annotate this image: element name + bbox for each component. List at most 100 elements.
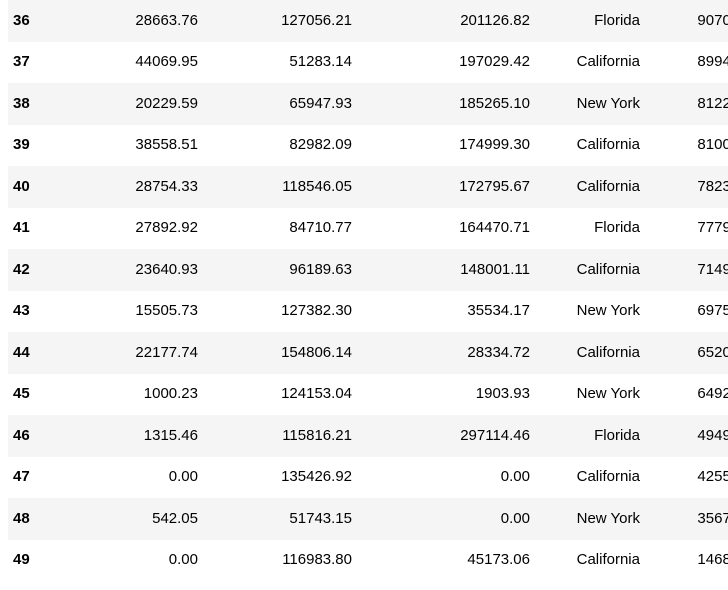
table-cell-col5: 89949.14 [697, 53, 728, 70]
table-row: 39 38558.51 82982.09 174999.30 California 810… [8, 124, 728, 166]
table-cell-state: California [576, 551, 640, 568]
table-cell-col2: 124153.04 [281, 385, 352, 402]
table-cell-col2: 154806.14 [281, 343, 352, 361]
table-cell-col5: 81229.06 [697, 94, 728, 112]
table-cell-col1: 38558.51 [135, 136, 198, 153]
table-body: 36 28663.76 127056.21 201126.82 Florida 90708… [8, 0, 728, 581]
table-row: 46 1315.46 115816.21 297114.46 Florida 49490.… [8, 415, 728, 457]
table-cell-col5: 90708.19 [697, 11, 728, 29]
table-cell-col1: 542.05 [152, 509, 198, 527]
table-cell-col5: 35673.41 [697, 509, 728, 527]
table-row: 40 28754.33 118546.05 172795.67 California 78… [8, 166, 728, 208]
row-index-cell: 40 [13, 177, 30, 195]
row-index-cell: 44 [13, 343, 30, 361]
table-cell-state: California [576, 260, 640, 278]
table-cell-col1: 1315.46 [143, 426, 198, 444]
table-cell-col3: 197029.42 [459, 53, 530, 70]
table-cell-col3: 28334.72 [467, 343, 530, 361]
table-cell-col1: 44069.95 [135, 53, 198, 70]
row-index-cell: 36 [13, 11, 30, 29]
table-cell-state: California [576, 136, 640, 153]
table-cell-col3: 148001.11 [460, 260, 530, 278]
table-cell-col1: 15505.73 [135, 302, 198, 319]
row-index-cell: 42 [13, 260, 30, 278]
table-cell-state: New York [576, 509, 640, 527]
table-cell-col2: 115816.21 [282, 426, 352, 444]
table-cell-state: California [576, 177, 640, 195]
table-cell-col2: 65947.93 [289, 94, 352, 112]
table-cell-col2: 96189.63 [289, 260, 352, 278]
table-cell-col1: 20229.59 [135, 94, 198, 112]
table-cell-state: Florida [594, 11, 640, 29]
table-cell-col1: 23640.93 [135, 260, 198, 278]
table-cell-state: California [576, 343, 640, 361]
table-cell-col5: 81005.76 [697, 136, 728, 153]
table-cell-state: New York [576, 94, 640, 112]
table-cell-col2: 118546.05 [282, 177, 352, 195]
table-cell-col5: 42559.73 [697, 468, 728, 485]
table-cell-col2: 127382.30 [281, 302, 352, 319]
table-cell-state: New York [576, 302, 640, 319]
table-cell-col3: 45173.06 [467, 551, 530, 568]
table-cell-col3: 174999.30 [459, 136, 530, 153]
table-cell-col3: 164470.71 [459, 219, 530, 236]
table-row: 47 0.00 135426.92 0.00 California 42559.73 [8, 456, 728, 498]
row-index-cell: 43 [13, 302, 30, 319]
table-row: 49 0.00 116983.80 45173.06 California 14681.4… [8, 539, 728, 581]
table-cell-col2: 82982.09 [289, 136, 352, 153]
table-row: 38 20229.59 65947.93 185265.10 New York 81229… [8, 83, 728, 125]
table-cell-col2: 135426.92 [281, 468, 352, 485]
row-index-cell: 48 [13, 509, 30, 527]
table-cell-col5: 65200.33 [697, 343, 728, 361]
table-cell-col3: 1903.93 [475, 385, 530, 402]
table-cell-col5: 49490.75 [697, 426, 728, 444]
table-cell-state: California [576, 53, 640, 70]
table-row: 48 542.05 51743.15 0.00 New York 35673.41 [8, 498, 728, 540]
table-cell-col5: 71498.49 [697, 260, 728, 278]
table-cell-col3: 185265.10 [459, 94, 530, 112]
table-cell-col2: 51283.14 [289, 53, 352, 70]
row-index-cell: 45 [13, 385, 30, 402]
table-cell-col1: 0.00 [168, 468, 198, 485]
row-index-cell: 39 [13, 136, 30, 153]
table-cell-state: Florida [594, 426, 640, 444]
row-index-cell: 49 [13, 551, 30, 568]
table-cell-col3: 0.00 [500, 509, 530, 527]
table-cell-col1: 0.00 [168, 551, 198, 568]
table-cell-col5: 14681.40 [697, 551, 728, 568]
table-cell-col3: 297114.46 [460, 426, 530, 444]
row-index-cell: 47 [13, 468, 30, 485]
table-cell-state: California [576, 468, 640, 485]
table-cell-col1: 1000.23 [143, 385, 198, 402]
table-cell-col1: 22177.74 [135, 343, 198, 361]
table-row: 44 22177.74 154806.14 28334.72 California 652… [8, 332, 728, 374]
table-cell-col5: 78239.91 [697, 177, 728, 195]
dataframe-table: 36 28663.76 127056.21 201126.82 Florida 90708… [8, 0, 728, 581]
row-index-cell: 37 [13, 53, 30, 70]
table-cell-col1: 28754.33 [135, 177, 198, 195]
table-cell-col2: 127056.21 [281, 11, 352, 29]
table-cell-col1: 27892.92 [135, 219, 198, 236]
dataframe-table-container: 36 28663.76 127056.21 201126.82 Florida 90708… [0, 0, 728, 590]
table-cell-state: Florida [594, 219, 640, 236]
table-row: 42 23640.93 96189.63 148001.11 California 714… [8, 249, 728, 291]
table-cell-col3: 201126.82 [460, 11, 530, 29]
table-cell-col3: 172795.67 [459, 177, 530, 195]
table-cell-col2: 51743.15 [289, 509, 352, 527]
table-cell-col3: 35534.17 [467, 302, 530, 319]
row-index-cell: 38 [13, 94, 30, 112]
table-cell-col5: 64926.08 [697, 385, 728, 402]
table-cell-col2: 116983.80 [282, 551, 352, 568]
table-cell-col5: 77798.83 [697, 219, 728, 236]
table-cell-state: New York [576, 385, 640, 402]
table-cell-col1: 28663.76 [135, 11, 198, 29]
table-row: 45 1000.23 124153.04 1903.93 New York 64926.0… [8, 373, 728, 415]
table-cell-col3: 0.00 [500, 468, 530, 485]
table-cell-col2: 84710.77 [289, 219, 352, 236]
row-index-cell: 46 [13, 426, 30, 444]
table-row: 37 44069.95 51283.14 197029.42 California 899… [8, 41, 728, 83]
table-row: 41 27892.92 84710.77 164470.71 Florida 77798.… [8, 207, 728, 249]
row-index-cell: 41 [13, 219, 30, 236]
table-row: 36 28663.76 127056.21 201126.82 Florida 90708… [8, 0, 728, 42]
table-cell-col5: 69758.98 [697, 302, 728, 319]
